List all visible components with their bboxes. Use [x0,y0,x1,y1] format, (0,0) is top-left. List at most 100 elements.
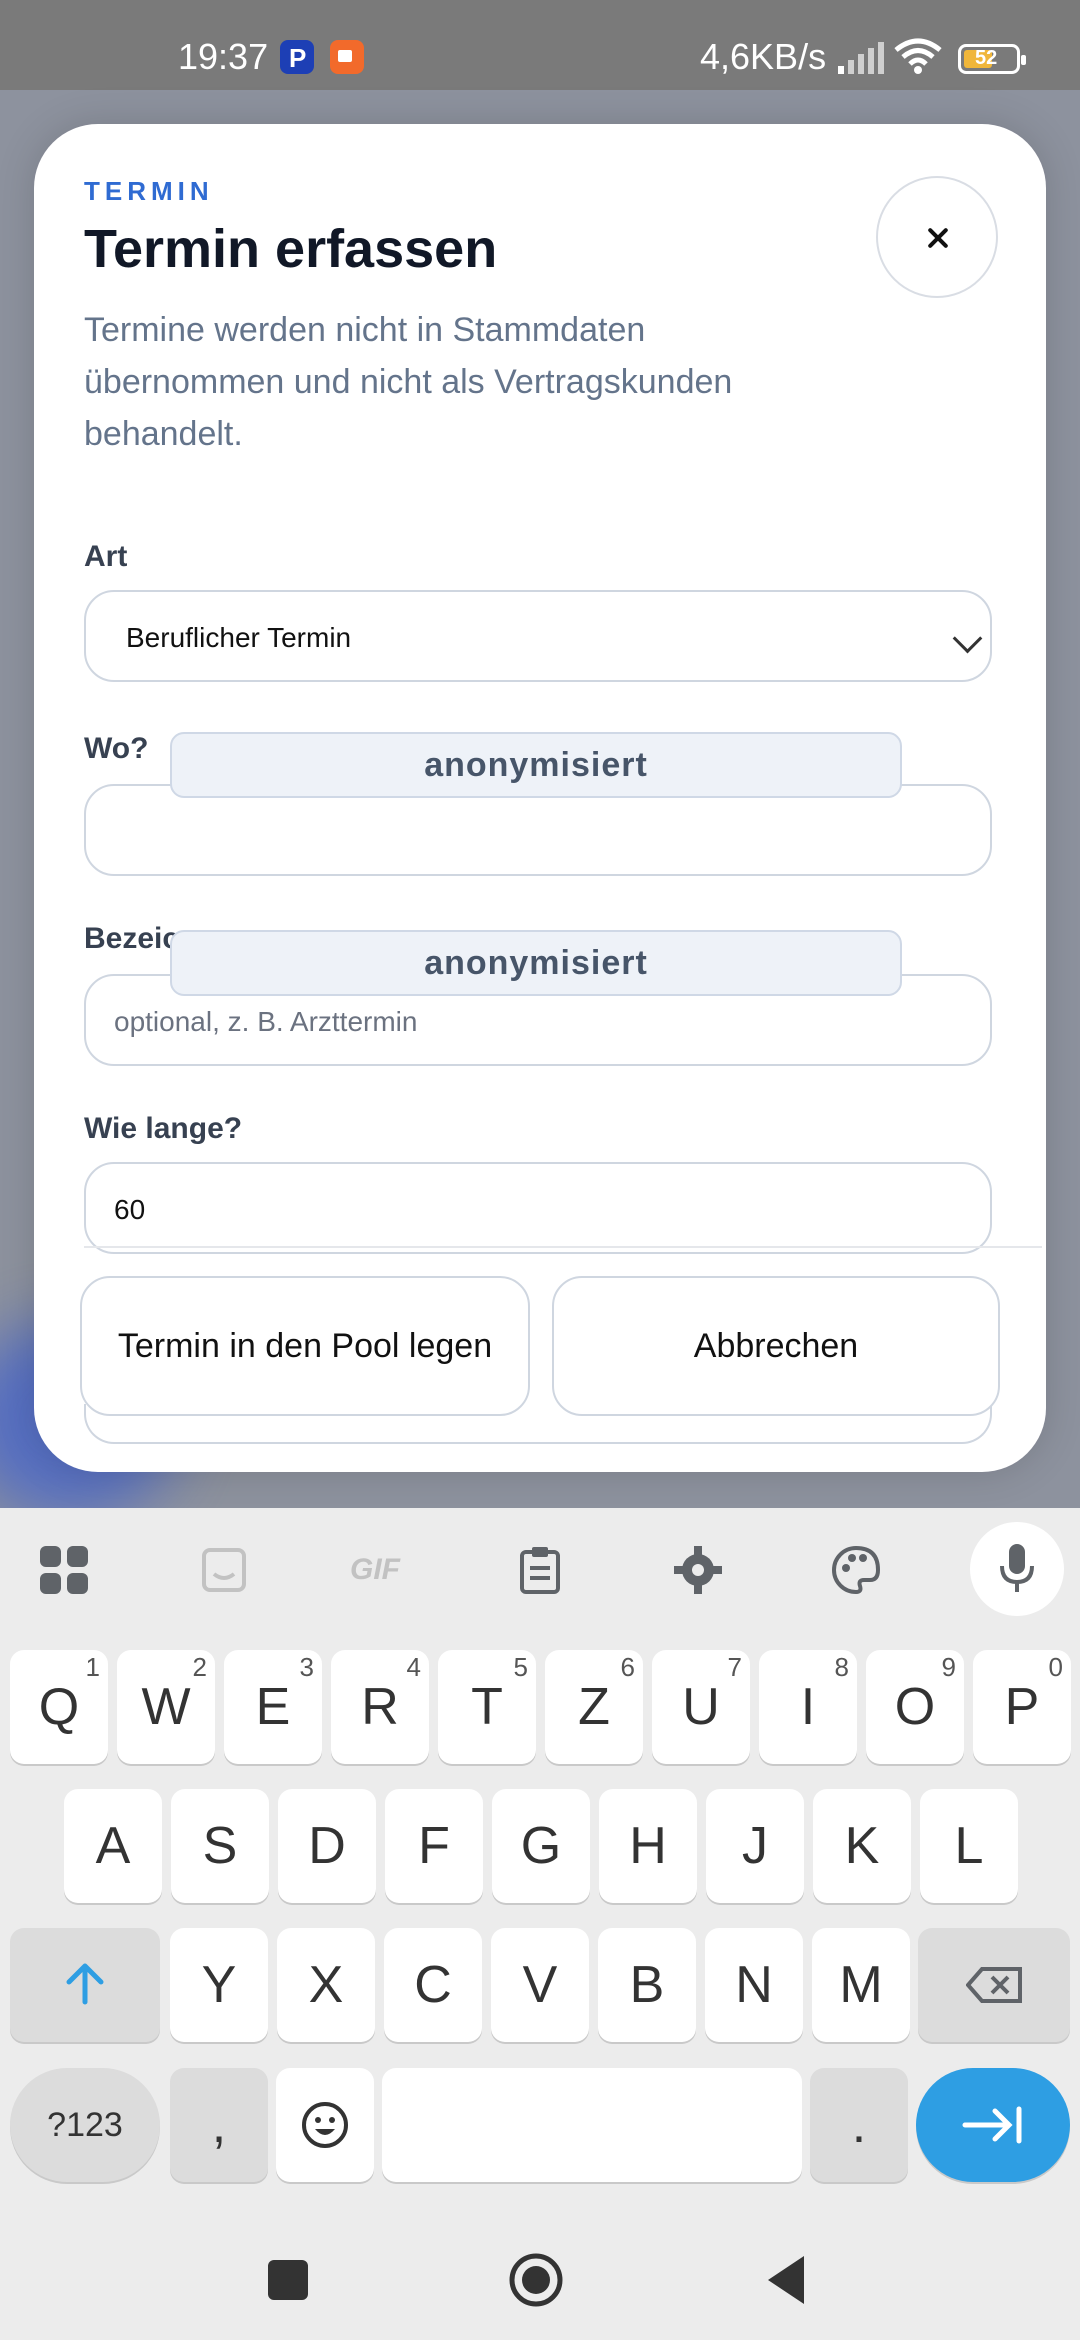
key-b[interactable]: B [598,1928,696,2042]
key-l[interactable]: L [920,1789,1018,1903]
gif-icon[interactable]: GIF [350,1544,420,1596]
redaction-box: anonymisiert [170,930,902,996]
signal-icon [838,42,884,74]
key-number-hint: 6 [620,1652,635,1682]
period-key[interactable]: . [810,2068,908,2182]
dialog-title: Termin erfassen [84,219,498,279]
key-j[interactable]: J [706,1789,804,1903]
art-select[interactable]: Beruflicher Termin [84,590,992,682]
art-label: Art [84,540,128,573]
key-number-hint: 4 [406,1652,421,1682]
key-char: E [255,1678,291,1736]
key-s[interactable]: S [171,1789,269,1903]
backspace-icon [965,1967,1022,2003]
home-icon[interactable] [508,2252,564,2308]
key-c[interactable]: C [384,1928,482,2042]
key-char: R [361,1678,399,1736]
key-n[interactable]: N [705,1928,803,2042]
apps-icon[interactable] [38,1544,90,1596]
key-number-hint: 8 [834,1652,849,1682]
back-icon[interactable] [764,2254,808,2306]
keyboard-toolbar: GIF [0,1508,1080,1632]
bezeichnung-label: Bezeic [84,922,180,955]
key-f[interactable]: F [385,1789,483,1903]
art-selected-value: Beruflicher Termin [126,622,352,653]
clipboard-icon[interactable] [514,1544,566,1596]
close-button[interactable] [876,176,998,298]
key-d[interactable]: D [278,1789,376,1903]
key-q[interactable]: Q1 [10,1650,108,1764]
key-w[interactable]: W2 [117,1650,215,1764]
space-key[interactable] [382,2068,802,2182]
dauer-input[interactable]: 60 [84,1162,992,1254]
key-i[interactable]: I8 [759,1650,857,1764]
shift-arrow-icon [66,1963,104,2005]
key-z[interactable]: Z6 [545,1650,643,1764]
dialog-eyebrow: TERMIN [84,176,214,206]
key-o[interactable]: O9 [866,1650,964,1764]
next-field-icon [962,2106,1022,2144]
key-x[interactable]: X [277,1928,375,2042]
comma-key[interactable]: , [170,2068,268,2182]
key-char: Q [38,1678,80,1736]
key-char: W [141,1678,191,1736]
battery-icon: 52 [958,44,1026,74]
key-char: O [894,1678,936,1736]
pool-button[interactable]: Termin in den Pool legen [80,1276,530,1416]
status-bar: 19:37 4,6KB/s 52 [0,0,1080,90]
shift-key[interactable] [10,1928,160,2042]
key-char: I [800,1678,816,1736]
keyboard: Q1W2E3R4T5Z6U7I8O9P0 ASDFGHJKL YXCVBNM ?… [0,1632,1080,2192]
bezeichnung-placeholder: optional, z. B. Arzttermin [114,1006,418,1037]
key-e[interactable]: E3 [224,1650,322,1764]
recorder-icon [330,40,364,74]
key-char: U [682,1678,720,1736]
battery-level: 52 [975,47,998,69]
dauer-value: 60 [114,1194,146,1225]
key-k[interactable]: K [813,1789,911,1903]
key-char: Z [578,1678,610,1736]
mic-icon [1000,1544,1034,1592]
dauer-label: Wie lange? [84,1112,243,1145]
key-v[interactable]: V [491,1928,589,2042]
key-p[interactable]: P0 [973,1650,1071,1764]
wifi-icon [894,38,942,74]
key-number-hint: 7 [727,1652,742,1682]
emoji-icon [302,2102,348,2148]
sticker-icon[interactable] [198,1544,250,1596]
emoji-key[interactable] [276,2068,374,2182]
key-a[interactable]: A [64,1789,162,1903]
key-number-hint: 5 [513,1652,528,1682]
network-speed: 4,6KB/s [700,36,827,77]
mic-button[interactable] [970,1522,1064,1616]
key-char: P [1004,1678,1040,1736]
paypal-icon [280,40,314,74]
symbols-key[interactable]: ?123 [10,2068,160,2182]
dialog-subtitle: Termine werden nicht in Stammdaten übern… [84,311,733,453]
key-number-hint: 0 [1048,1652,1063,1682]
enter-key[interactable] [916,2068,1070,2182]
wo-label: Wo? [84,732,149,765]
status-time: 19:37 [178,36,269,77]
settings-icon[interactable] [672,1544,724,1596]
chevron-down-icon [952,623,983,654]
termin-dialog: TERMIN Termin erfassen Termine werden ni… [34,124,1046,1472]
redaction-box: anonymisiert [170,732,902,798]
key-y[interactable]: Y [170,1928,268,2042]
key-number-hint: 3 [299,1652,314,1682]
key-h[interactable]: H [599,1789,697,1903]
key-t[interactable]: T5 [438,1650,536,1764]
key-number-hint: 9 [941,1652,956,1682]
key-number-hint: 1 [85,1652,100,1682]
palette-icon[interactable] [830,1544,882,1596]
backspace-key[interactable] [918,1928,1070,2042]
key-char: T [471,1678,503,1736]
key-g[interactable]: G [492,1789,590,1903]
footer-divider [84,1246,1042,1248]
key-m[interactable]: M [812,1928,910,2042]
recent-apps-icon[interactable] [266,2258,310,2302]
key-u[interactable]: U7 [652,1650,750,1764]
key-r[interactable]: R4 [331,1650,429,1764]
cancel-button[interactable]: Abbrechen [552,1276,1000,1416]
navigation-bar [0,2192,1080,2340]
